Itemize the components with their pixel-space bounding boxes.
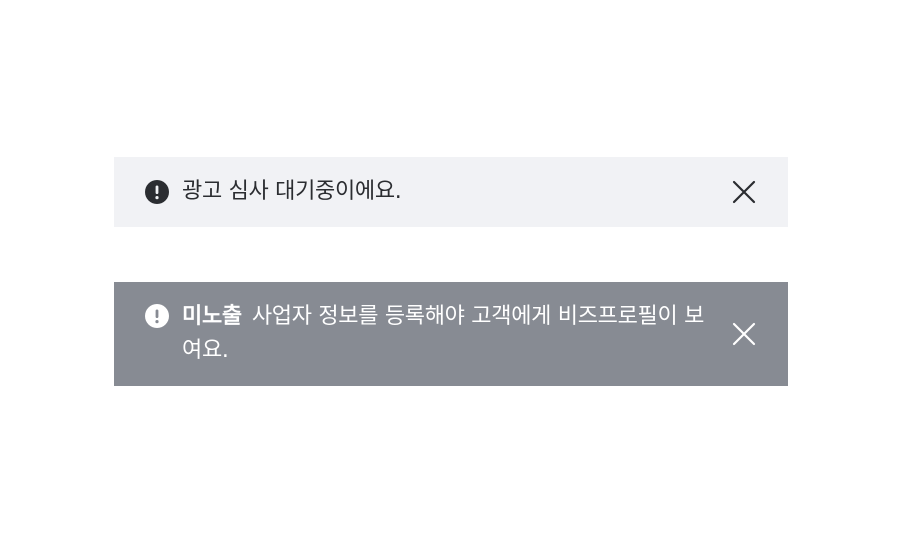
- banner-message: 미노출 사업자 정보를 등록해야 고객에게 비즈프로필이 보여요.: [182, 300, 731, 368]
- close-button[interactable]: [731, 179, 757, 205]
- close-icon: [732, 322, 756, 346]
- exclamation-circle-icon: [145, 180, 169, 204]
- profile-hidden-banner: 미노출 사업자 정보를 등록해야 고객에게 비즈프로필이 보여요.: [114, 282, 788, 386]
- close-button[interactable]: [731, 321, 757, 347]
- exclamation-circle-icon: [145, 304, 169, 328]
- status-label: 미노출: [182, 304, 242, 329]
- banner-message: 광고 심사 대기중이에요.: [182, 179, 402, 204]
- close-icon: [732, 180, 756, 204]
- banner-message-text: 사업자 정보를 등록해야 고객에게 비즈프로필이 보여요.: [182, 304, 705, 363]
- review-pending-banner: 광고 심사 대기중이에요.: [114, 157, 788, 227]
